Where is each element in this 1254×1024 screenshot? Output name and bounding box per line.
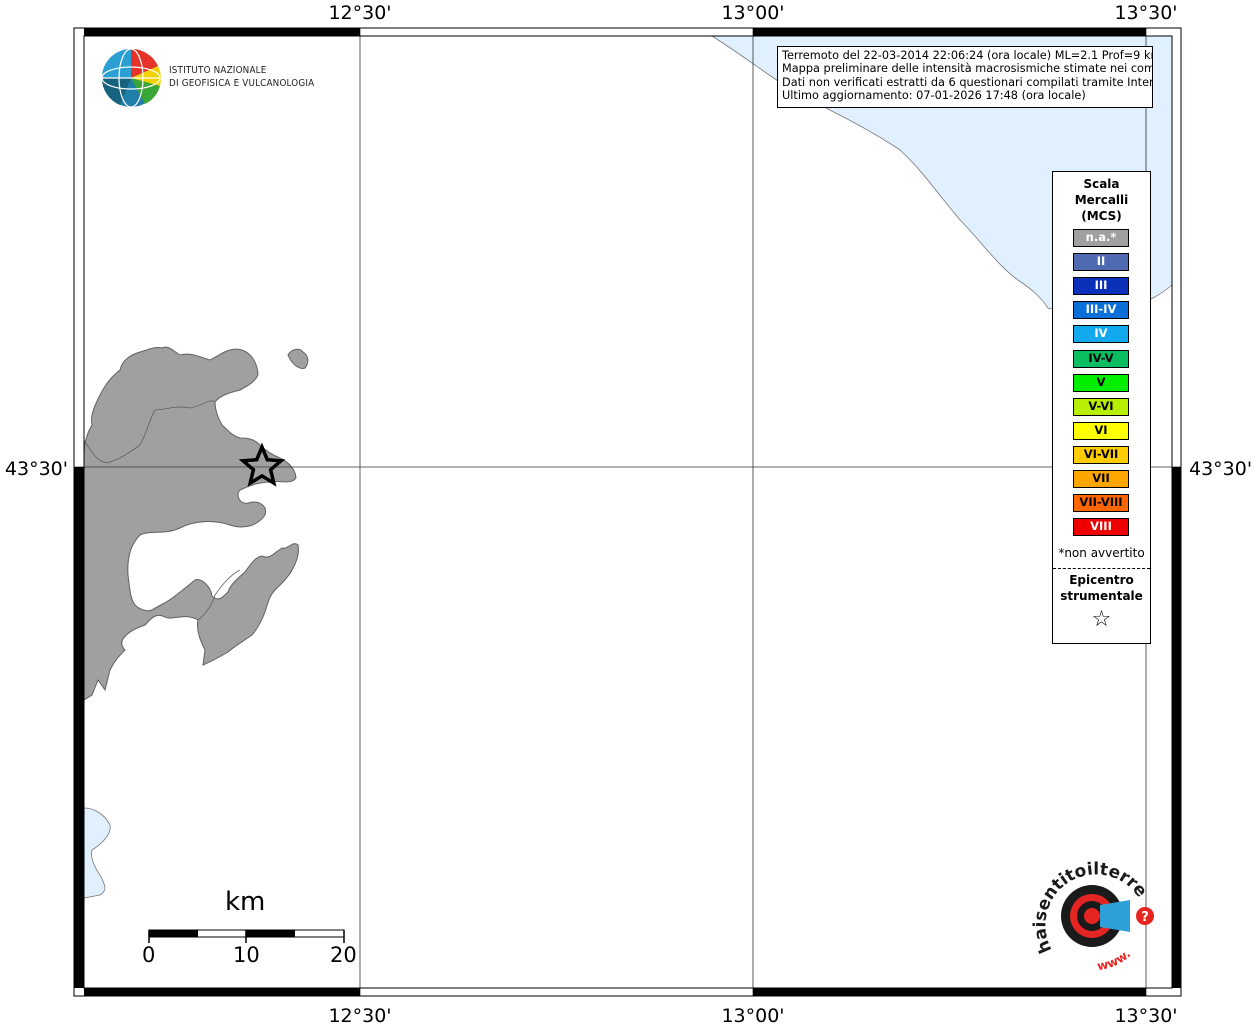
legend-title-line2: Mercalli	[1074, 193, 1129, 207]
frame-bar-top-2	[753, 28, 1146, 36]
sea-area-tyrrhenian	[83, 807, 111, 899]
legend-title: Scala Mercalli (MCS)	[1053, 176, 1150, 224]
lon-label-top-3: 13°30'	[1114, 2, 1177, 24]
ingv-logo-line1: ISTITUTO NAZIONALE	[169, 65, 267, 76]
legend-item-iii-iv: III-IV	[1073, 301, 1129, 320]
legend-item-ii: II	[1073, 253, 1129, 272]
event-info-line4: Ultimo aggiornamento: 07-01-2026 17:48 (…	[782, 88, 1086, 102]
ingv-logo-text: ISTITUTO NAZIONALE DI GEOFISICA E VULCAN…	[169, 64, 314, 90]
legend-item-vi-vii: VI-VII	[1073, 445, 1129, 464]
lon-label-top-2: 13°00'	[721, 2, 784, 24]
legend-epicenter-label: Epicentro strumentale	[1053, 572, 1150, 604]
lon-label-bottom-1: 12°30'	[328, 1005, 391, 1024]
legend-epicenter-line2: strumentale	[1060, 589, 1143, 603]
frame-bar-left	[74, 467, 84, 988]
land-islet	[287, 348, 309, 369]
scale-bar-label-0: 0	[142, 943, 156, 967]
frame-bar-top-1	[84, 28, 360, 36]
legend-title-line1: Scala	[1083, 177, 1120, 191]
legend-separator	[1053, 568, 1150, 569]
scale-bar-label-10: 10	[233, 943, 260, 967]
mcs-legend: Scala Mercalli (MCS) n.a.* II III III-IV IV I…	[1052, 171, 1151, 644]
legend-item-viii: VIII	[1073, 518, 1129, 537]
scale-bar-label-20: 20	[330, 943, 357, 967]
event-info-box: Terremoto del 22-03-2014 22:06:24 (ora l…	[777, 46, 1153, 108]
scale-bar	[148, 929, 345, 943]
legend-item-n-a: n.a.*	[1073, 229, 1129, 247]
legend-item-vii: VII	[1073, 470, 1129, 488]
legend-item-vi: VI	[1073, 421, 1129, 440]
legend-item-iv-v: IV-V	[1073, 349, 1129, 368]
lon-label-top-1: 12°30'	[328, 2, 391, 24]
event-info-line1: Terremoto del 22-03-2014 22:06:24 (ora l…	[782, 49, 1153, 62]
legend-item-vii-viii: VII-VIII	[1073, 494, 1129, 513]
ingv-logo-line2: DI GEOFISICA E VULCANOLOGIA	[169, 78, 315, 89]
legend-star-icon: ☆	[1091, 607, 1112, 632]
hst-logo-prefix: www.	[1096, 947, 1133, 974]
legend-title-line3: (MCS)	[1081, 209, 1122, 223]
land-island	[83, 346, 299, 701]
event-info-line2: Mappa preliminare delle intensità macros…	[782, 62, 1153, 76]
frame-bar-bottom-2	[753, 988, 1146, 996]
legend-epicenter-line1: Epicentro	[1069, 573, 1134, 587]
legend-item-iv: IV	[1073, 325, 1129, 344]
legend-note: *non avvertito	[1058, 546, 1145, 560]
legend-item-iii: III	[1073, 277, 1129, 296]
lon-label-bottom-2: 13°00'	[721, 1005, 784, 1024]
scale-bar-title: km	[225, 887, 266, 917]
lat-label-left: 43°30'	[5, 458, 68, 480]
svg-text:?: ?	[1141, 910, 1149, 925]
ingv-logo-globe	[101, 48, 161, 108]
lon-label-bottom-3: 13°30'	[1114, 1005, 1177, 1024]
lat-label-right: 43°30'	[1189, 458, 1252, 480]
legend-item-v: V	[1073, 373, 1129, 392]
legend-item-v-vi: V-VI	[1073, 397, 1129, 416]
frame-bar-right	[1172, 467, 1181, 988]
event-info-line3: Dati non verificati estratti da 6 questi…	[782, 75, 1153, 89]
svg-text:www.: www.	[1096, 947, 1133, 974]
frame-bar-bottom-1	[84, 988, 360, 996]
